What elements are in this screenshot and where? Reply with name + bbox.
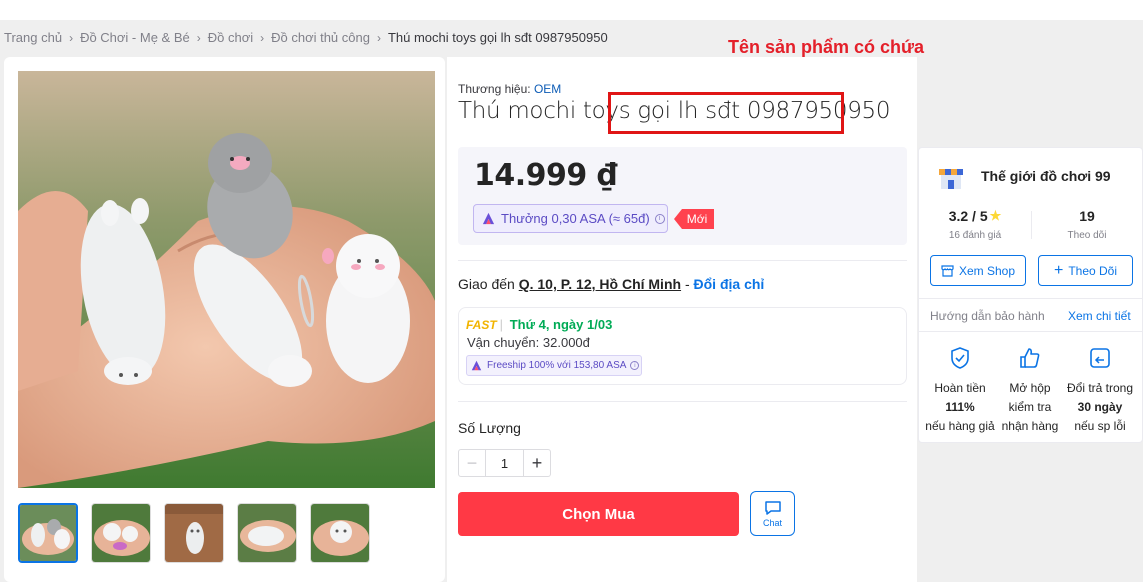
policy-open-box-line3: nhận hàng [1001, 419, 1059, 433]
star-icon: ★ [989, 208, 1002, 223]
shop-rating-label: 16 đánh giá [948, 230, 1002, 241]
delivery-address[interactable]: Q. 10, P. 12, Hồ Chí Minh [519, 276, 681, 292]
delivery-address-line: Giao đến Q. 10, P. 12, Hồ Chí Minh - Đổi… [458, 276, 764, 292]
policy-refund-line3: nếu hàng giả [925, 419, 995, 433]
quantity-input[interactable]: 1 [486, 449, 523, 477]
brand-link[interactable]: OEM [534, 82, 561, 96]
delivery-date: Thứ 4, ngày 1/03 [509, 317, 613, 332]
view-shop-button[interactable]: Xem Shop [930, 255, 1026, 286]
policy-refund-line1: Hoàn tiền [934, 381, 986, 395]
breadcrumb-home[interactable]: Trang chủ [4, 30, 62, 45]
chat-button[interactable]: Chat [750, 491, 795, 536]
annotation-highlight-box [608, 92, 844, 134]
thumbnail-2[interactable] [91, 503, 151, 563]
asa-icon [482, 212, 495, 225]
policy-return: Đổi trả trong 30 ngày nếu sp lỗi [1064, 346, 1136, 436]
change-address-link[interactable]: Đổi địa chỉ [694, 276, 765, 292]
breadcrumb-subcategory[interactable]: Đồ chơi [208, 30, 253, 45]
policy-return-line3: nếu sp lỗi [1074, 419, 1126, 433]
thumbnail-1[interactable] [18, 503, 78, 563]
policy-refund-line2: 111% [945, 400, 975, 414]
policy-refund: Hoàn tiền 111% nếu hàng giả [924, 346, 996, 436]
warranty-label: Hướng dẫn bảo hành [930, 309, 1045, 323]
asa-icon [471, 360, 482, 371]
divider [458, 260, 907, 261]
divider [458, 401, 907, 402]
breadcrumb-separator: › [260, 30, 265, 45]
shipping-fee: Vận chuyển: 32.000đ [467, 335, 590, 350]
freeship-badge[interactable]: Freeship 100% với 153,80 ASA i [466, 355, 642, 376]
quantity-label: Số Lượng [458, 420, 521, 436]
breadcrumb-subcategory-2[interactable]: Đồ chơi thủ công [271, 30, 370, 45]
policy-open-box: Mở hộp kiểm tra nhận hàng [994, 346, 1066, 436]
quantity-decrease-button[interactable]: − [458, 449, 486, 477]
thumbnail-4[interactable] [237, 503, 297, 563]
breadcrumb-separator: › [376, 30, 381, 45]
follow-label: Theo Dõi [1068, 263, 1118, 278]
top-strip [0, 0, 1143, 20]
thumbs-up-icon [994, 346, 1066, 370]
breadcrumb-separator: › [196, 30, 201, 45]
buy-button[interactable]: Chọn Mua [458, 492, 739, 536]
return-icon [1064, 346, 1136, 370]
annotation-line-1: Tên sản phẩm có chứa [727, 37, 925, 57]
policy-open-box-line1: Mở hộp [1009, 381, 1051, 395]
product-photo [18, 71, 435, 488]
chat-bubble-icon [764, 500, 781, 515]
shop-followers-label: Theo dõi [1067, 230, 1107, 241]
delivery-prefix: Giao đến [458, 276, 515, 292]
shield-check-icon [924, 346, 996, 370]
policy-open-box-line2: kiểm tra [1008, 400, 1052, 414]
shop-followers-value: 19 [1079, 208, 1095, 224]
breadcrumb-category[interactable]: Đồ Chơi - Mẹ & Bé [80, 30, 190, 45]
thumbnail-5[interactable] [310, 503, 370, 563]
info-icon[interactable]: i [654, 213, 665, 224]
new-badge: Mới [674, 209, 714, 229]
breadcrumb-current: Thú mochi toys gọi lh sđt 0987950950 [387, 30, 608, 45]
thumbnail-strip [18, 503, 370, 563]
freeship-text: Freeship 100% với 153,80 ASA [487, 360, 627, 371]
product-price: 14.999 ₫ [474, 158, 618, 193]
breadcrumb: Trang chủ › Đồ Chơi - Mẹ & Bé › Đồ chơi … [4, 30, 608, 45]
divider [919, 331, 1142, 332]
shop-followers: 19 Theo dõi [1046, 208, 1128, 241]
shop-rating-value: 3.2 / 5 [948, 208, 988, 224]
divider [919, 298, 1142, 299]
shop-rating: 3.2 / 5 ★ 16 đánh giá [930, 208, 1020, 241]
quantity-increase-button[interactable]: + [523, 449, 551, 477]
warranty-details-link[interactable]: Xem chi tiết [1068, 309, 1131, 323]
product-main-image[interactable] [18, 71, 435, 488]
follow-button[interactable]: + Theo Dõi [1038, 255, 1133, 286]
delivery-dash: - [684, 276, 690, 292]
quantity-stepper: − 1 + [458, 449, 551, 477]
plus-icon: + [1053, 261, 1064, 279]
chat-label: Chat [762, 517, 782, 528]
info-icon[interactable]: i [630, 361, 640, 370]
shop-icon [941, 264, 954, 277]
fast-badge: FAST [466, 318, 497, 332]
thumbnail-3[interactable] [164, 503, 224, 563]
brand-line: Thương hiệu: OEM [458, 82, 561, 96]
shop-logo-icon[interactable] [936, 163, 966, 193]
shop-name[interactable]: Thế giới đồ chơi 99 [981, 168, 1111, 184]
fast-delivery-line: FAST | Thứ 4, ngày 1/03 [466, 317, 613, 332]
brand-label: Thương hiệu: [458, 82, 531, 96]
asa-reward-text: Thưởng 0,30 ASA (≈ 65đ) [501, 211, 650, 226]
view-shop-label: Xem Shop [958, 263, 1016, 278]
asa-reward-badge[interactable]: Thưởng 0,30 ASA (≈ 65đ) i [473, 204, 668, 233]
policy-return-line1: Đổi trả trong [1066, 381, 1134, 395]
breadcrumb-separator: › [69, 30, 74, 45]
policy-return-line2: 30 ngày [1077, 400, 1123, 414]
divider [1031, 211, 1032, 239]
